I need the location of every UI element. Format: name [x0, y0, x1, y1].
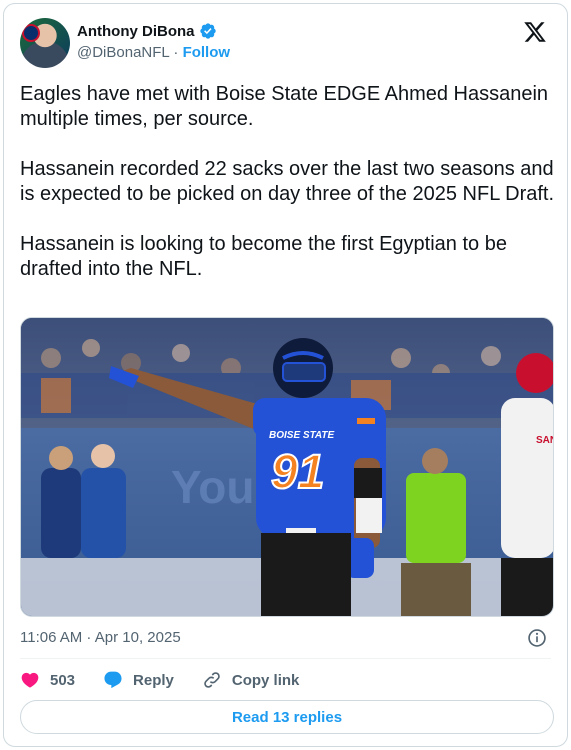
player-photo: Your SAN BOISE STATE [21, 318, 554, 616]
tweet-text: Eagles have met with Boise State EDGE Ah… [20, 83, 555, 280]
author-name[interactable]: Anthony DiBona [77, 23, 195, 40]
like-count: 503 [50, 671, 76, 689]
author-handle-row: @DiBonaNFL · Follow [77, 44, 230, 61]
reply-label: Reply [133, 671, 174, 689]
copy-link-button[interactable]: Copy link [202, 670, 300, 690]
tweet-header: Anthony DiBona @DiBonaNFL · Follow [20, 18, 551, 70]
read-replies-button[interactable]: Read 13 replies [20, 700, 554, 734]
copy-link-label: Copy link [231, 671, 300, 689]
opponent-jersey-text: SAN [536, 435, 554, 446]
author-handle[interactable]: @DiBonaNFL [77, 44, 169, 61]
author-name-row: Anthony DiBona [77, 22, 217, 40]
tweet-media[interactable]: Your SAN BOISE STATE [20, 317, 554, 617]
timestamp-row: 11:06 AM · Apr 10, 2025 [20, 626, 551, 650]
reply-button[interactable]: Reply [103, 670, 174, 690]
reply-icon [104, 671, 122, 689]
info-icon[interactable] [527, 628, 547, 648]
link-icon [204, 672, 220, 688]
divider [20, 658, 551, 659]
jersey-text: BOISE STATE [269, 430, 335, 441]
action-bar: 503 Reply Copy link [20, 666, 299, 694]
avatar[interactable] [20, 18, 70, 68]
like-button[interactable]: 503 [20, 670, 75, 690]
verified-icon [199, 23, 216, 39]
jersey-number: 91 [271, 446, 324, 499]
tweet-card: Anthony DiBona @DiBonaNFL · Follow Eagle… [3, 3, 568, 747]
follow-button[interactable]: Follow [183, 44, 231, 61]
heart-icon [21, 672, 39, 688]
timestamp[interactable]: 11:06 AM · Apr 10, 2025 [20, 629, 181, 646]
x-logo-icon[interactable] [523, 20, 547, 44]
separator: · [173, 44, 179, 61]
